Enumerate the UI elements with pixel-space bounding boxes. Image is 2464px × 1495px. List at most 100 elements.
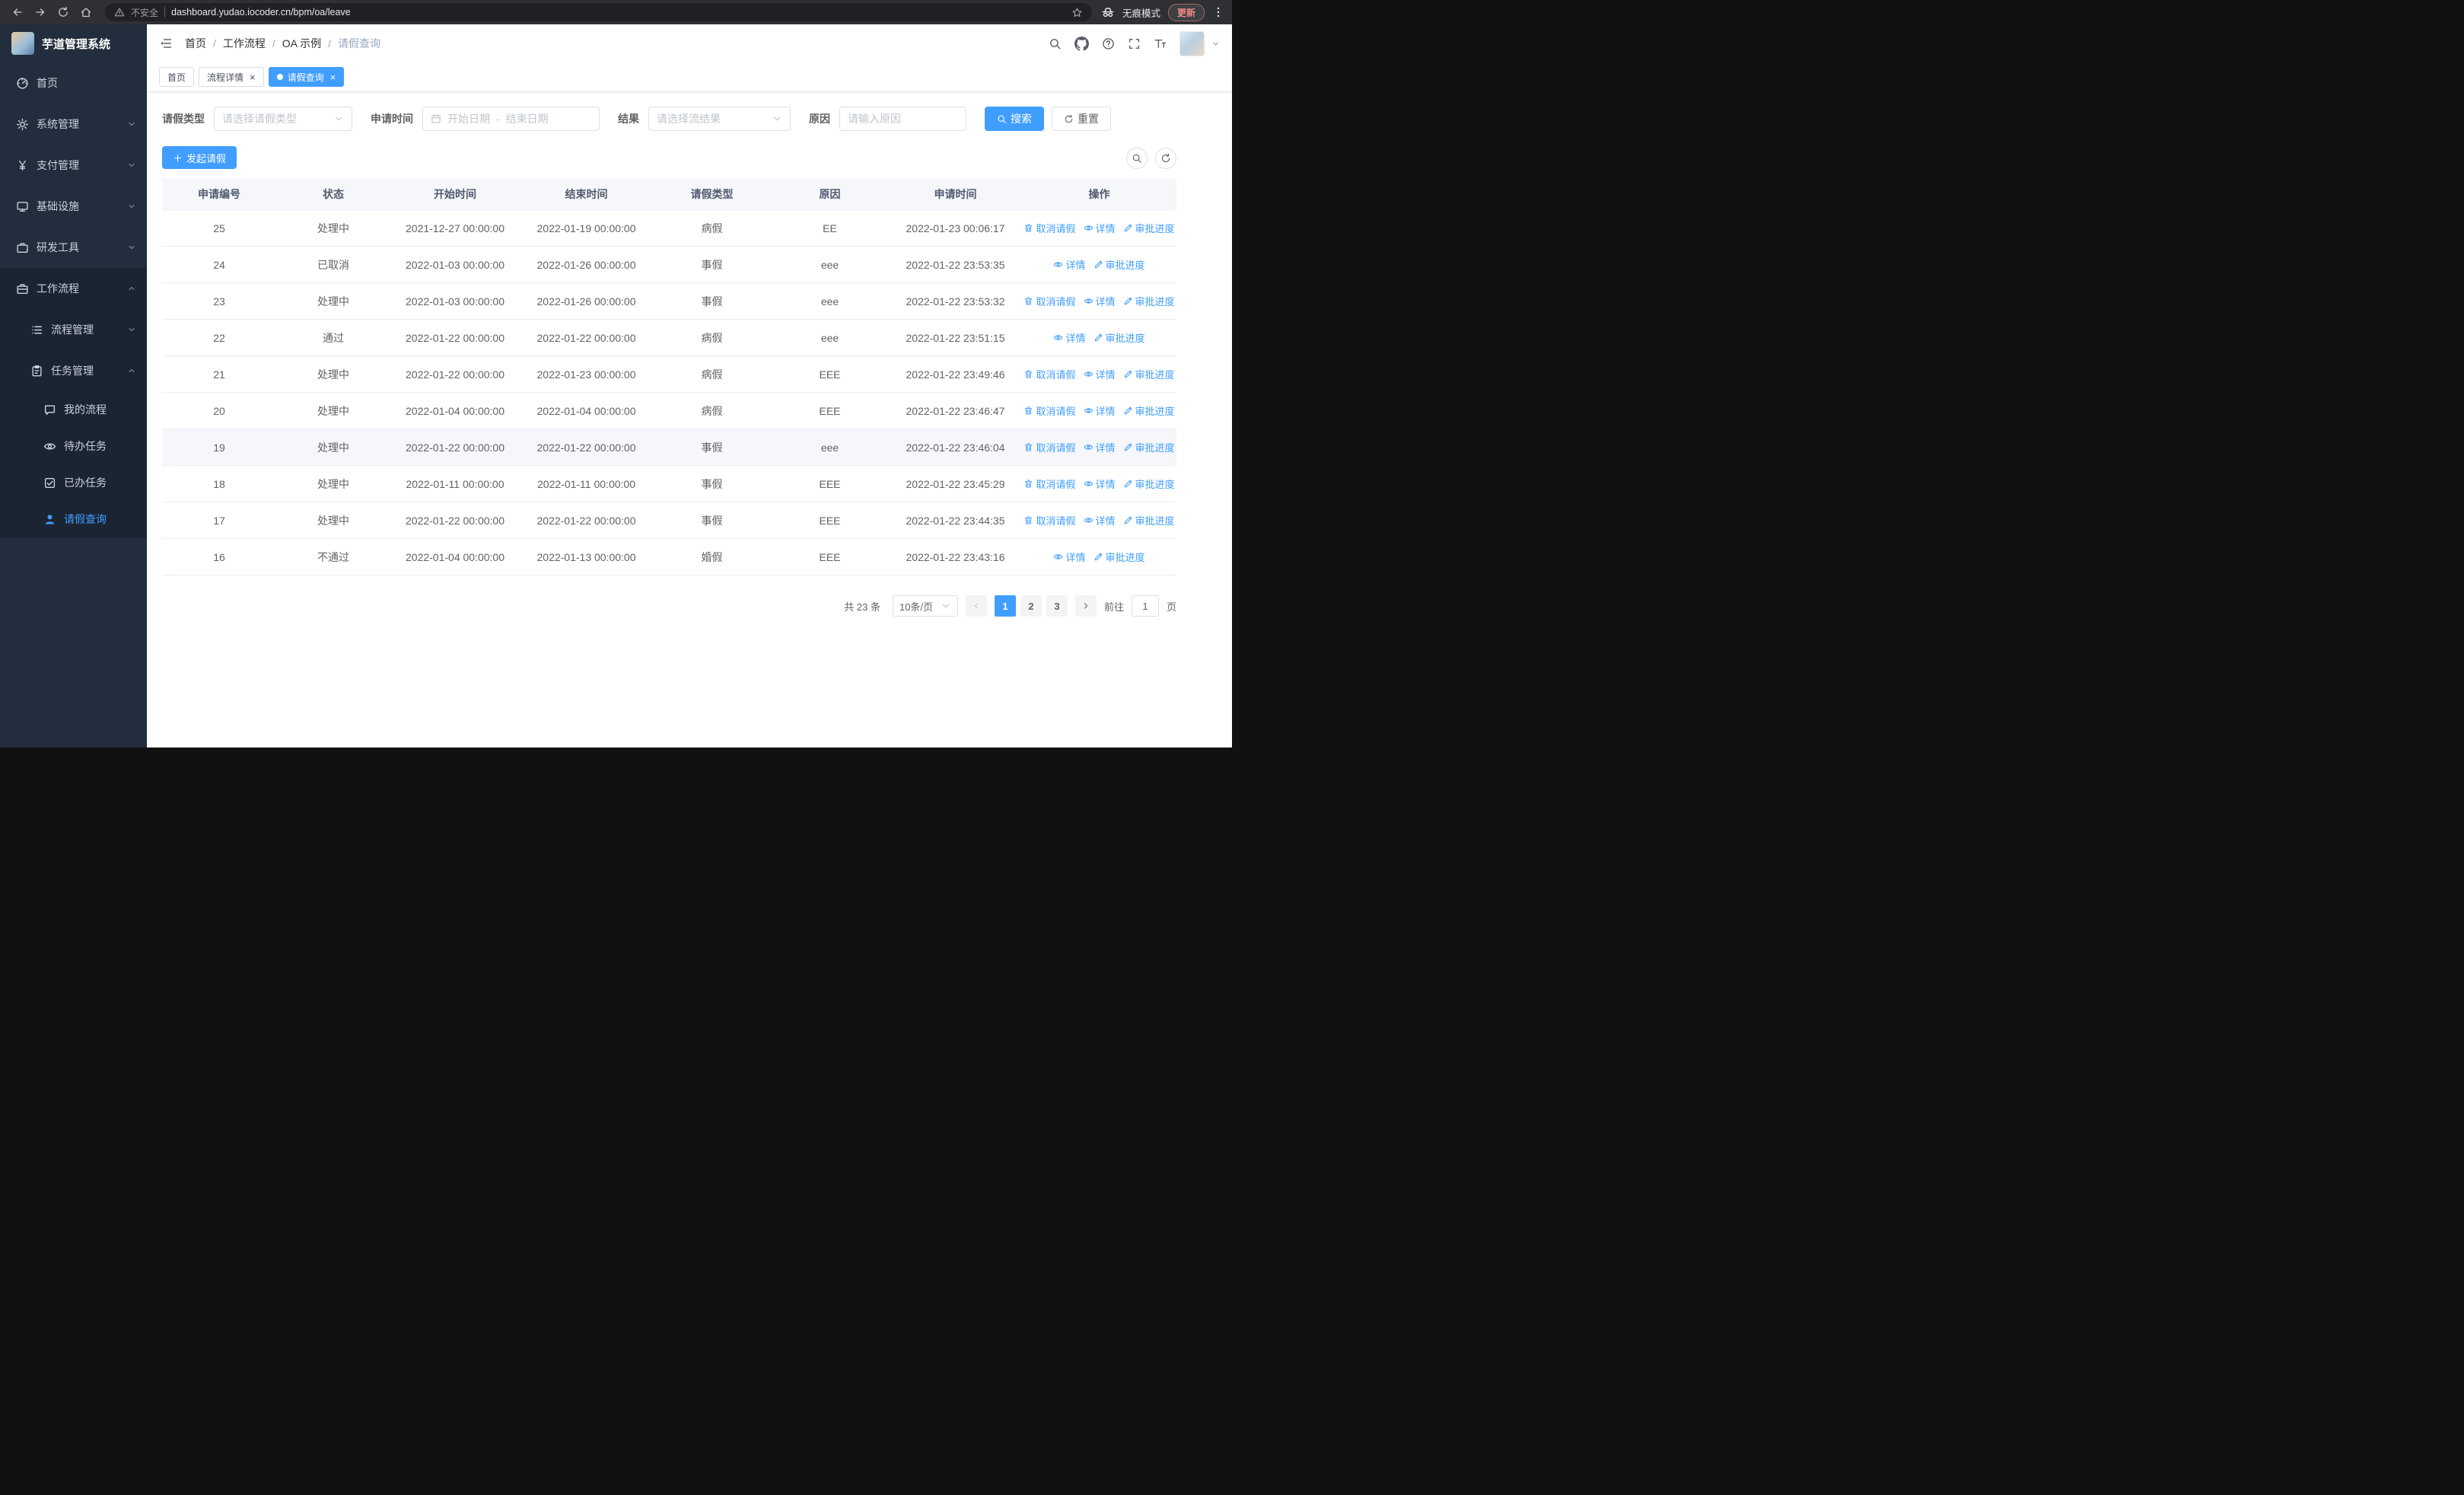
- page-size-select[interactable]: 10条/页: [892, 595, 958, 617]
- sidebar-item-dev-tools[interactable]: 研发工具: [0, 227, 147, 268]
- detail-link[interactable]: 详情: [1084, 440, 1116, 454]
- detail-link[interactable]: 详情: [1084, 221, 1116, 235]
- sidebar-item-label: 我的流程: [64, 403, 107, 416]
- sidebar-item-task-management[interactable]: 任务管理: [0, 350, 147, 391]
- breadcrumb-item[interactable]: OA 示例: [282, 36, 321, 51]
- leave-type-filter: 请假类型 请选择请假类型: [162, 107, 352, 131]
- page-button-2[interactable]: 2: [1020, 595, 1042, 617]
- sidebar-item-home[interactable]: 首页: [0, 62, 147, 104]
- table-row: 22 通过 2022-01-22 00:00:00 2022-01-22 00:00:…: [162, 320, 1176, 356]
- detail-link[interactable]: 详情: [1084, 403, 1116, 418]
- tab-close-icon[interactable]: ×: [248, 72, 256, 82]
- address-bar[interactable]: 不安全 dashboard.yudao.iocoder.cn/bpm/oa/le…: [105, 3, 1092, 21]
- page-button-3[interactable]: 3: [1046, 595, 1068, 617]
- browser-reload-icon[interactable]: [53, 2, 73, 22]
- end-date-placeholder: 结束日期: [505, 113, 549, 125]
- approval-progress-link[interactable]: 审批进度: [1123, 513, 1175, 528]
- cancel-leave-link[interactable]: 取消请假: [1023, 367, 1076, 381]
- cancel-leave-link[interactable]: 取消请假: [1023, 513, 1076, 528]
- reset-button[interactable]: 重置: [1052, 107, 1111, 131]
- sidebar-item-my-process[interactable]: 我的流程: [0, 391, 147, 428]
- detail-link[interactable]: 详情: [1084, 477, 1116, 491]
- browser-back-icon[interactable]: [8, 2, 27, 22]
- sidebar-item-leave-query[interactable]: 请假查询: [0, 501, 147, 537]
- reason-input[interactable]: [840, 107, 966, 130]
- tab-leave-query[interactable]: 请假查询 ×: [268, 67, 345, 87]
- approval-progress-link[interactable]: 审批进度: [1094, 330, 1145, 345]
- font-size-icon[interactable]: [1154, 37, 1167, 50]
- prev-page-button[interactable]: [965, 595, 987, 617]
- tab-home[interactable]: 首页: [159, 67, 195, 87]
- user-avatar[interactable]: [1179, 30, 1205, 56]
- action-label: 取消请假: [1036, 442, 1076, 454]
- eye-icon: [1053, 260, 1063, 269]
- sidebar-item-todo-tasks[interactable]: 待办任务: [0, 428, 147, 464]
- sidebar-item-label: 基础设施: [37, 200, 79, 212]
- breadcrumb-item[interactable]: 首页: [185, 36, 206, 51]
- sidebar-item-process-management[interactable]: 流程管理: [0, 309, 147, 350]
- tab-close-icon[interactable]: ×: [329, 72, 336, 82]
- cell-seq: 24: [213, 258, 225, 271]
- breadcrumb-separator: /: [272, 37, 275, 49]
- detail-link[interactable]: 详情: [1084, 367, 1116, 381]
- browser-forward-icon[interactable]: [30, 2, 50, 22]
- trash-icon: [1023, 479, 1033, 489]
- goto-page-input[interactable]: [1131, 595, 1159, 617]
- apply-time-range[interactable]: 开始日期 - 结束日期: [422, 107, 600, 131]
- update-button[interactable]: 更新: [1167, 3, 1205, 21]
- sidebar-item-payment-management[interactable]: 支付管理: [0, 145, 147, 186]
- column-header: 状态: [323, 187, 344, 200]
- create-leave-button[interactable]: 发起请假: [162, 146, 237, 169]
- approval-progress-link[interactable]: 审批进度: [1123, 367, 1175, 381]
- approval-progress-link[interactable]: 审批进度: [1123, 403, 1175, 418]
- cell-start_time: 2022-01-03 00:00:00: [406, 295, 505, 308]
- cell-reason: EEE: [819, 404, 841, 417]
- next-page-button[interactable]: [1074, 595, 1097, 617]
- detail-link[interactable]: 详情: [1084, 294, 1116, 308]
- approval-progress-link[interactable]: 审批进度: [1123, 477, 1175, 491]
- browser-home-icon[interactable]: [76, 2, 96, 22]
- eye-icon: [1084, 369, 1094, 379]
- help-icon[interactable]: [1102, 37, 1115, 50]
- kebab-menu-icon[interactable]: [1212, 6, 1224, 18]
- cancel-leave-link[interactable]: 取消请假: [1023, 221, 1076, 235]
- approval-progress-link[interactable]: 审批进度: [1094, 257, 1145, 272]
- breadcrumb-separator: /: [213, 37, 216, 49]
- breadcrumb-item[interactable]: 工作流程: [223, 36, 266, 51]
- sidebar-item-workflow[interactable]: 工作流程: [0, 268, 147, 309]
- column-header: 原因: [819, 187, 841, 200]
- detail-link[interactable]: 详情: [1053, 257, 1086, 272]
- cancel-leave-link[interactable]: 取消请假: [1023, 477, 1076, 491]
- cancel-leave-link[interactable]: 取消请假: [1023, 440, 1076, 454]
- sidebar-item-done-tasks[interactable]: 已办任务: [0, 464, 147, 501]
- tab-process-detail[interactable]: 流程详情 ×: [199, 67, 264, 87]
- approval-progress-link[interactable]: 审批进度: [1094, 550, 1145, 564]
- cell-end_time: 2022-01-22 00:00:00: [536, 441, 636, 454]
- result-select[interactable]: 请选择流结果: [648, 107, 791, 131]
- tab-label: 首页: [167, 72, 186, 83]
- cancel-leave-link[interactable]: 取消请假: [1023, 294, 1076, 308]
- approval-progress-link[interactable]: 审批进度: [1123, 294, 1175, 308]
- cancel-leave-link[interactable]: 取消请假: [1023, 403, 1076, 418]
- page-button-1[interactable]: 1: [994, 595, 1016, 617]
- table-search-button[interactable]: [1126, 148, 1148, 169]
- cell-reason: EEE: [819, 477, 841, 490]
- detail-link[interactable]: 详情: [1053, 550, 1086, 564]
- approval-progress-link[interactable]: 审批进度: [1123, 221, 1175, 235]
- leave-type-select[interactable]: 请选择请假类型: [214, 107, 352, 131]
- search-button[interactable]: 搜索: [985, 107, 1044, 131]
- sidebar-item-system-management[interactable]: 系统管理: [0, 104, 147, 145]
- detail-link[interactable]: 详情: [1053, 330, 1086, 345]
- bookmark-star-icon[interactable]: [1071, 7, 1083, 18]
- cell-status: 处理中: [317, 441, 349, 454]
- table-refresh-button[interactable]: [1155, 148, 1176, 169]
- fullscreen-icon[interactable]: [1128, 37, 1141, 50]
- avatar-caret-icon[interactable]: [1211, 40, 1220, 48]
- github-icon[interactable]: [1074, 36, 1089, 51]
- search-icon[interactable]: [1049, 37, 1062, 50]
- sidebar-item-infrastructure[interactable]: 基础设施: [0, 186, 147, 227]
- tab-label: 流程详情: [207, 72, 244, 83]
- approval-progress-link[interactable]: 审批进度: [1123, 440, 1175, 454]
- detail-link[interactable]: 详情: [1084, 513, 1116, 528]
- menu-fold-icon[interactable]: [159, 37, 173, 50]
